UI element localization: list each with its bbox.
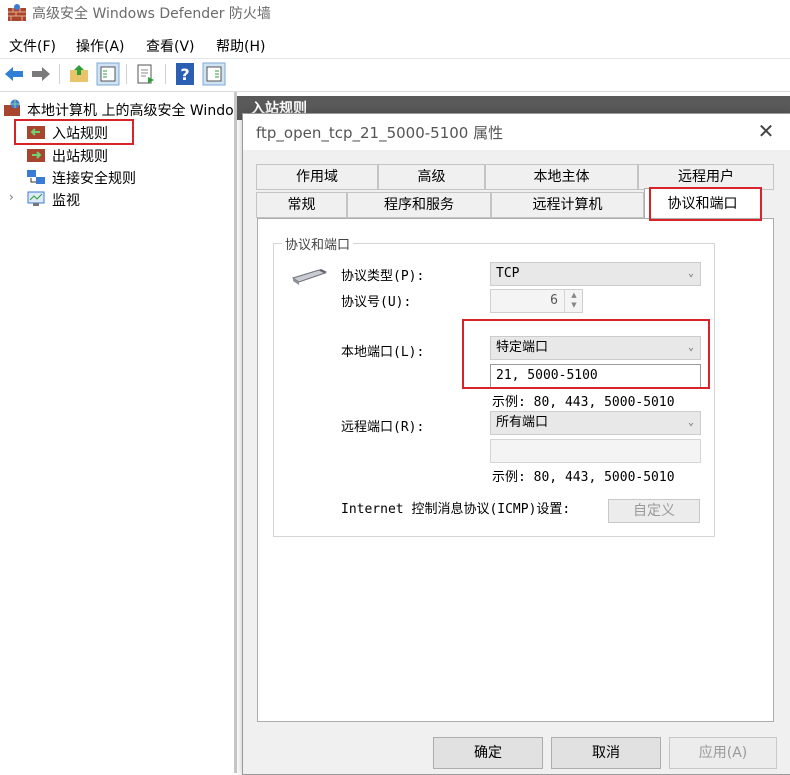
connection-security-icon: [27, 170, 45, 184]
menu-file[interactable]: 文件(F): [9, 36, 56, 56]
show-hide-tree-icon[interactable]: [96, 62, 120, 86]
chevron-down-icon: ⌄: [687, 417, 694, 428]
tab-scope[interactable]: 作用域: [256, 164, 378, 190]
export-list-icon[interactable]: [134, 62, 158, 86]
local-port-label: 本地端口(L):: [341, 345, 425, 360]
network-cable-icon: [291, 269, 327, 285]
pane-splitter[interactable]: [234, 92, 237, 773]
help-icon[interactable]: ?: [173, 62, 197, 86]
menu-view[interactable]: 查看(V): [146, 36, 195, 56]
window-title: 高级安全 Windows Defender 防火墙: [32, 6, 271, 22]
remote-port-select[interactable]: 所有端口 ⌄: [490, 411, 701, 435]
protocol-type-value: TCP: [496, 266, 520, 281]
tree-item-monitoring[interactable]: 监视: [52, 190, 80, 210]
close-icon[interactable]: ✕: [755, 120, 777, 142]
tab-general[interactable]: 常规: [256, 192, 347, 218]
remote-port-input[interactable]: [490, 439, 701, 463]
firewall-app-icon: [8, 4, 26, 21]
customize-button[interactable]: 自定义: [608, 499, 700, 523]
protocol-type-select[interactable]: TCP ⌄: [490, 262, 701, 286]
remote-port-mode: 所有端口: [496, 415, 549, 430]
icmp-settings-label: Internet 控制消息协议(ICMP)设置:: [341, 502, 571, 517]
forward-arrow-icon[interactable]: [29, 62, 53, 86]
chevron-down-icon: ⌄: [687, 268, 694, 279]
svg-text:?: ?: [180, 65, 189, 84]
highlight-local-port: [462, 319, 710, 389]
protocol-number-label: 协议号(U):: [341, 295, 412, 310]
toolbar-separator: [165, 64, 166, 84]
toolbar-separator: [126, 64, 127, 84]
remote-port-hint: 示例: 80, 443, 5000-5010: [492, 470, 675, 485]
dialog-title: ftp_open_tcp_21_5000-5100 属性: [256, 124, 504, 142]
up-folder-icon[interactable]: [67, 62, 91, 86]
stepper-arrows-icon[interactable]: ▲ ▼: [564, 290, 583, 312]
group-title: 协议和端口: [282, 234, 354, 253]
toolbar-separator: [59, 64, 60, 84]
tree-root-label[interactable]: 本地计算机 上的高级安全 Windo: [27, 100, 234, 120]
firewall-root-icon: [4, 99, 20, 116]
monitoring-icon: [27, 191, 45, 206]
protocol-type-label: 协议类型(P):: [341, 269, 425, 284]
tree-item-connection-security-rules[interactable]: 连接安全规则: [52, 168, 136, 188]
apply-button[interactable]: 应用(A): [669, 737, 777, 769]
ok-button[interactable]: 确定: [433, 737, 543, 769]
show-hide-action-pane-icon[interactable]: [202, 62, 226, 86]
cancel-button[interactable]: 取消: [551, 737, 661, 769]
highlight-protocols-ports-tab: [649, 187, 762, 221]
tab-local-principals[interactable]: 本地主体: [485, 164, 638, 190]
tab-advanced[interactable]: 高级: [378, 164, 485, 190]
tree-item-outbound-rules[interactable]: 出站规则: [52, 146, 108, 166]
local-port-hint: 示例: 80, 443, 5000-5010: [492, 395, 675, 410]
tab-remote-computers[interactable]: 远程计算机: [491, 192, 644, 218]
highlight-inbound-rules: [14, 119, 134, 145]
outbound-rules-icon: [27, 149, 45, 162]
protocols-ports-group: [273, 243, 715, 537]
back-arrow-icon[interactable]: [2, 62, 26, 86]
tab-programs-services[interactable]: 程序和服务: [347, 192, 491, 218]
menu-action[interactable]: 操作(A): [76, 36, 125, 56]
menu-help[interactable]: 帮助(H): [216, 36, 265, 56]
remote-port-label: 远程端口(R):: [341, 420, 425, 435]
expand-chevron-icon[interactable]: ›: [9, 190, 14, 204]
